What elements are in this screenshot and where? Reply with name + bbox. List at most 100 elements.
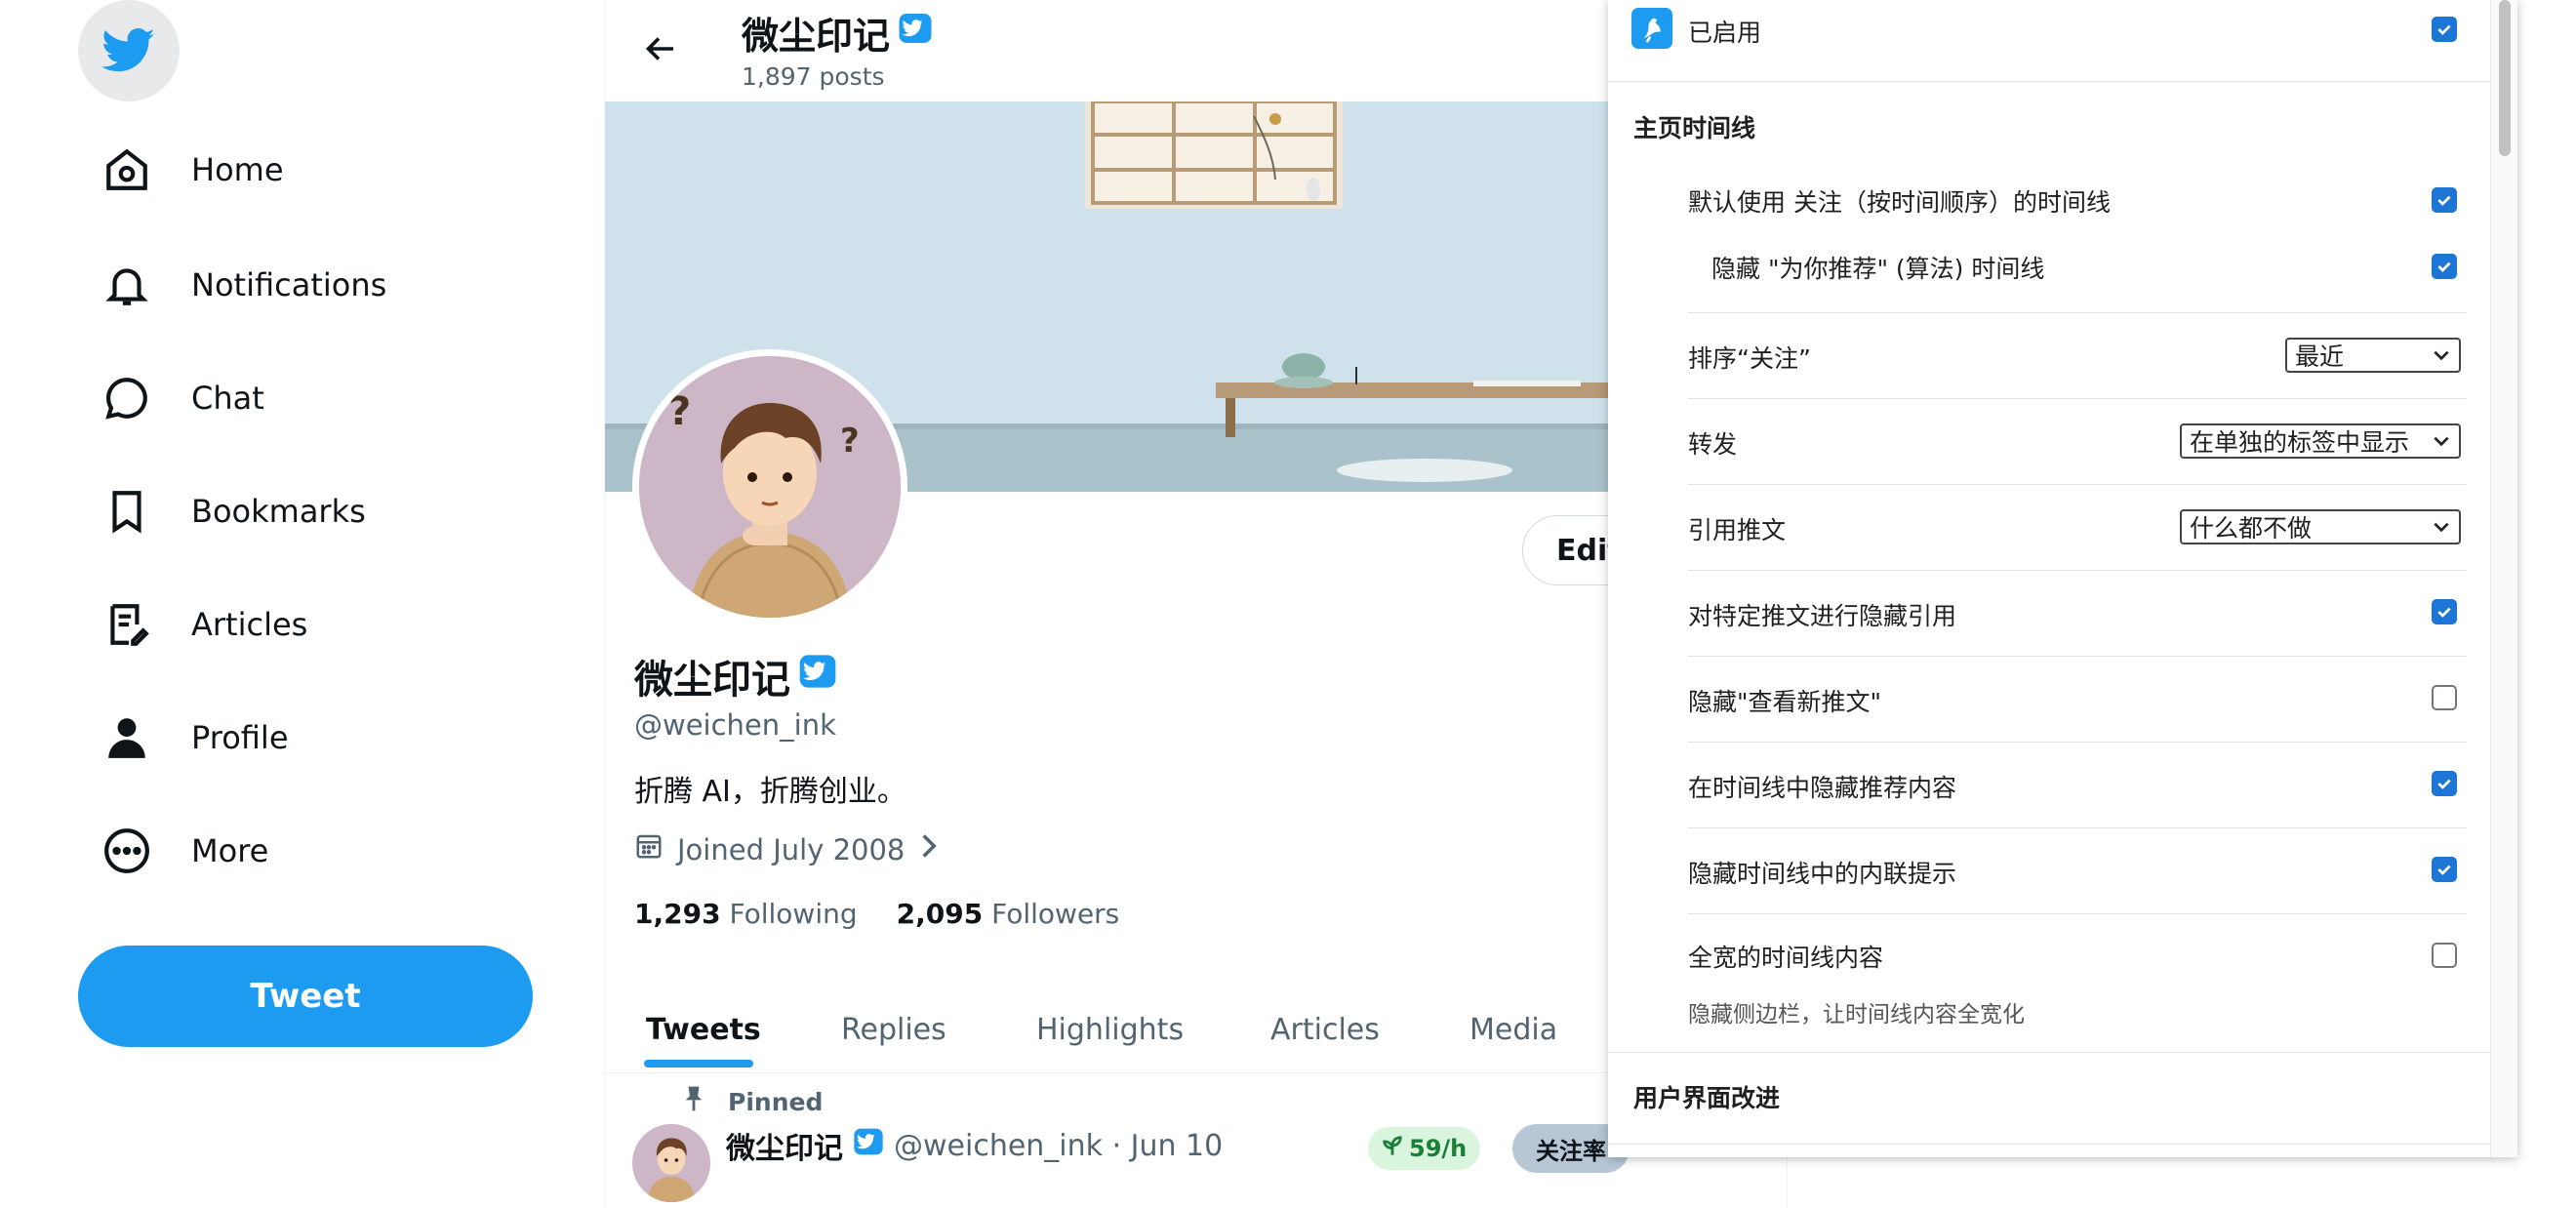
hide-new-tweets-label: 隐藏"查看新推文" <box>1688 688 1881 716</box>
tweet-avatar[interactable] <box>632 1124 710 1202</box>
nav-notifications[interactable]: Notifications <box>100 246 386 324</box>
header-name-row: 微尘印记 <box>742 6 933 60</box>
nav-chat[interactable]: Chat <box>100 359 264 437</box>
header-posts-count: 1,897 posts <box>742 62 885 91</box>
retweet-value: 在单独的标签中显示 <box>2190 428 2410 457</box>
retweet-label: 转发 <box>1688 430 1738 459</box>
quote-select[interactable]: 什么都不做 <box>2180 509 2461 544</box>
hide-recommended-label: 在时间线中隐藏推荐内容 <box>1688 774 1957 802</box>
verified-badge-icon <box>798 652 837 701</box>
nav-notifications-label: Notifications <box>191 266 387 303</box>
twitter-logo-icon[interactable] <box>78 0 180 101</box>
nav-chat-label: Chat <box>191 380 264 417</box>
profile-icon <box>100 710 154 765</box>
hide-for-you-row: 隐藏 "为你推荐" (算法) 时间线 <box>1608 234 2486 308</box>
page: Home Notifications Chat Bookmarks Articl… <box>0 0 2576 1208</box>
followers-label: Followers <box>991 898 1120 930</box>
retweet-select[interactable]: 在单独的标签中显示 <box>2180 423 2461 459</box>
quote-value: 什么都不做 <box>2190 514 2313 543</box>
verified-badge-icon <box>898 11 933 55</box>
header-name: 微尘印记 <box>742 15 891 58</box>
hide-for-you-label: 隐藏 "为你推荐" (算法) 时间线 <box>1711 255 2045 283</box>
calendar-icon <box>634 831 664 867</box>
profile-name-row: 微尘印记 <box>634 648 837 705</box>
tab-replies[interactable]: Replies <box>841 986 946 1073</box>
verified-badge-icon <box>853 1126 884 1165</box>
hide-recommended-checkbox[interactable] <box>2432 771 2457 796</box>
following-link[interactable]: 1,293 Following <box>634 898 858 930</box>
hide-new-tweets-row: 隐藏"查看新推文" <box>1608 656 2486 742</box>
tweet-header: 微尘印记 @weichen_ink · Jun 10 <box>726 1124 1223 1167</box>
nav-more[interactable]: More <box>100 812 268 890</box>
nav-profile[interactable]: Profile <box>100 699 289 777</box>
more-icon <box>100 824 154 878</box>
section-ui-row: 用户界面改进 <box>1608 1052 2486 1144</box>
profile-bio: 折腾 AI，折腾创业。 <box>634 775 906 809</box>
hide-inline-prompts-row: 隐藏时间线中的内联提示 <box>1608 827 2486 913</box>
profile-joined[interactable]: Joined July 2008 <box>634 831 940 867</box>
nav-bookmarks[interactable]: Bookmarks <box>100 472 366 550</box>
profile-handle: @weichen_ink <box>634 708 836 742</box>
default-following-row: 默认使用 关注（按时间顺序）的时间线 <box>1608 168 2486 234</box>
hide-quote-specific-checkbox[interactable] <box>2432 599 2457 624</box>
sort-following-row: 排序“关注” 最近 <box>1608 312 2486 398</box>
tweet-button[interactable]: Tweet <box>78 946 533 1047</box>
articles-icon <box>100 597 154 652</box>
tab-articles[interactable]: Articles <box>1270 986 1380 1073</box>
profile-avatar[interactable]: ? ? <box>632 349 907 624</box>
tab-media[interactable]: Media <box>1469 986 1557 1073</box>
default-following-checkbox[interactable] <box>2432 187 2457 213</box>
rate-value: 59/h <box>1409 1135 1468 1162</box>
full-width-description: 隐藏侧边栏，让时间线内容全宽化 <box>1688 1002 2025 1027</box>
joined-text: Joined July 2008 <box>677 832 906 866</box>
hide-for-you-checkbox[interactable] <box>2432 254 2457 279</box>
section-ui-improvements-title: 用户界面改进 <box>1633 1084 1781 1112</box>
sort-following-label: 排序“关注” <box>1688 344 1811 373</box>
retweet-row: 转发 在单独的标签中显示 <box>1608 398 2486 484</box>
bookmark-icon <box>100 484 154 539</box>
active-tab-indicator <box>644 1060 753 1067</box>
tweet-rate-badge: 59/h <box>1368 1127 1481 1170</box>
sprout-icon <box>1382 1135 1403 1162</box>
svg-text:?: ? <box>840 422 860 461</box>
chevron-right-icon <box>918 832 940 866</box>
back-arrow-icon[interactable] <box>634 21 689 76</box>
sort-following-select[interactable]: 最近 <box>2285 338 2461 373</box>
tab-highlights[interactable]: Highlights <box>1036 986 1184 1073</box>
nav-home[interactable]: Home <box>100 131 284 209</box>
nav-home-label: Home <box>191 151 284 188</box>
nav-profile-label: Profile <box>191 719 289 756</box>
default-following-label: 默认使用 关注（按时间顺序）的时间线 <box>1688 188 2111 217</box>
hide-quote-specific-row: 对特定推文进行隐藏引用 <box>1608 570 2486 656</box>
pinned-label: Pinned <box>728 1087 824 1116</box>
enabled-checkbox[interactable] <box>2432 17 2457 42</box>
enabled-label: 已启用 <box>1688 19 1762 47</box>
followers-count: 2,095 <box>896 898 984 930</box>
profile-name: 微尘印记 <box>634 658 790 703</box>
full-width-label: 全宽的时间线内容 <box>1688 944 1884 972</box>
tweet-handle-time[interactable]: @weichen_ink · Jun 10 <box>894 1129 1223 1163</box>
quote-label: 引用推文 <box>1688 516 1787 544</box>
tweet-author-name[interactable]: 微尘印记 <box>726 1124 843 1167</box>
followers-link[interactable]: 2,095 Followers <box>897 898 1120 930</box>
extension-logo-icon <box>1631 8 1672 53</box>
hide-inline-prompts-checkbox[interactable] <box>2432 857 2457 882</box>
bell-icon <box>100 258 154 312</box>
extension-settings-panel: 已启用 主页时间线 默认使用 关注（按时间顺序）的时间线 隐藏 "为你推荐" (… <box>1608 0 2517 1157</box>
hide-recommended-row: 在时间线中隐藏推荐内容 <box>1608 742 2486 827</box>
divider <box>1608 1144 2490 1145</box>
nav-articles-label: Articles <box>191 606 308 643</box>
panel-scrollbar[interactable] <box>2490 0 2517 1157</box>
nav-articles[interactable]: Articles <box>100 585 307 664</box>
full-width-checkbox[interactable] <box>2432 943 2457 968</box>
chat-icon <box>100 371 154 425</box>
profile-stats: 1,293 Following 2,095 Followers <box>634 898 1119 930</box>
hide-inline-prompts-label: 隐藏时间线中的内联提示 <box>1688 860 1957 888</box>
home-icon <box>100 142 154 197</box>
nav-bookmarks-label: Bookmarks <box>191 493 366 530</box>
left-nav: Home Notifications Chat Bookmarks Articl… <box>0 0 605 1208</box>
hide-new-tweets-checkbox[interactable] <box>2432 685 2457 710</box>
scrollbar-thumb[interactable] <box>2499 0 2511 156</box>
nav-more-label: More <box>191 832 269 869</box>
section-home-row: 主页时间线 <box>1608 82 2486 168</box>
